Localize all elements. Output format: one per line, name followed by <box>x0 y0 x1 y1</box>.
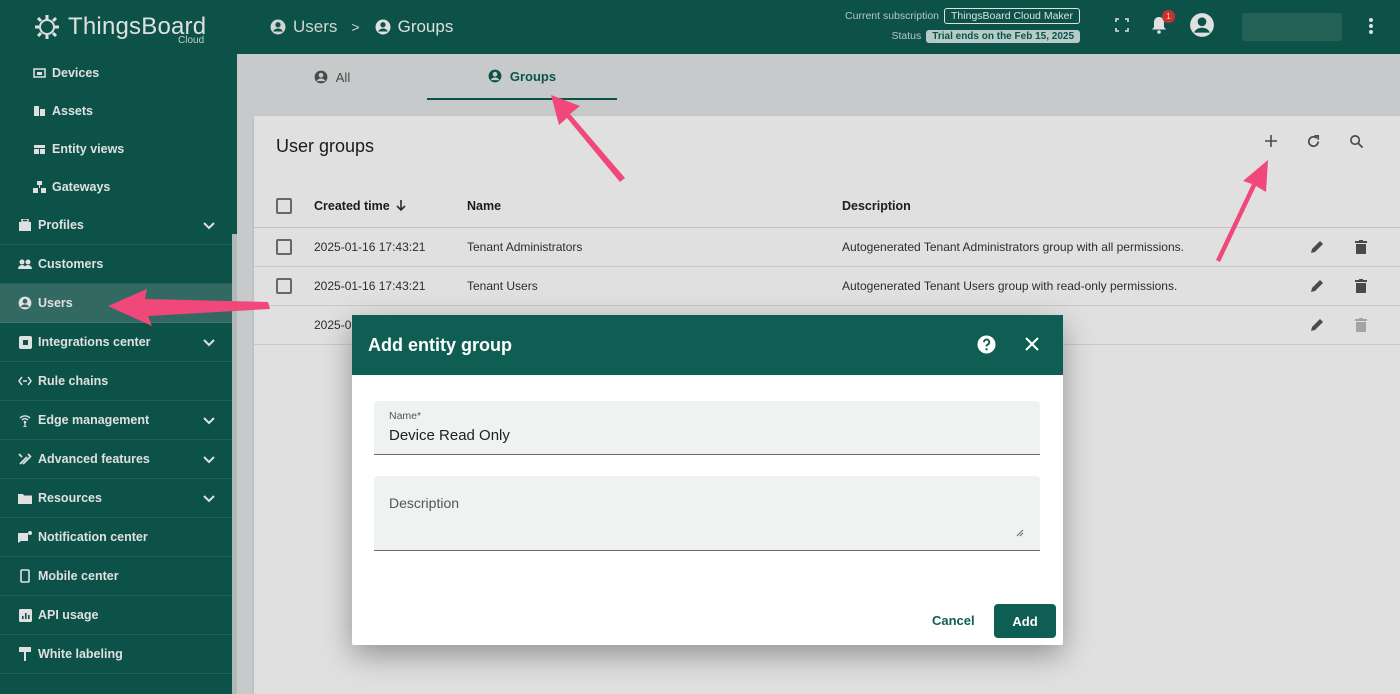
help-icon[interactable] <box>977 335 996 359</box>
add-button[interactable]: Add <box>994 604 1056 638</box>
name-field-label: Name* <box>389 410 422 422</box>
resize-handle-icon[interactable] <box>1016 524 1024 542</box>
description-field[interactable]: Description <box>374 476 1040 551</box>
dialog-title: Add entity group <box>368 334 512 355</box>
description-placeholder: Description <box>389 495 460 511</box>
add-entity-group-dialog: Add entity group Name* Device Read Only … <box>352 315 1063 645</box>
name-field[interactable]: Name* Device Read Only <box>374 401 1040 455</box>
name-field-value: Device Read Only <box>389 427 510 444</box>
dialog-header: Add entity group <box>352 315 1063 375</box>
close-icon[interactable] <box>1023 335 1041 358</box>
cancel-button[interactable]: Cancel <box>932 613 975 628</box>
